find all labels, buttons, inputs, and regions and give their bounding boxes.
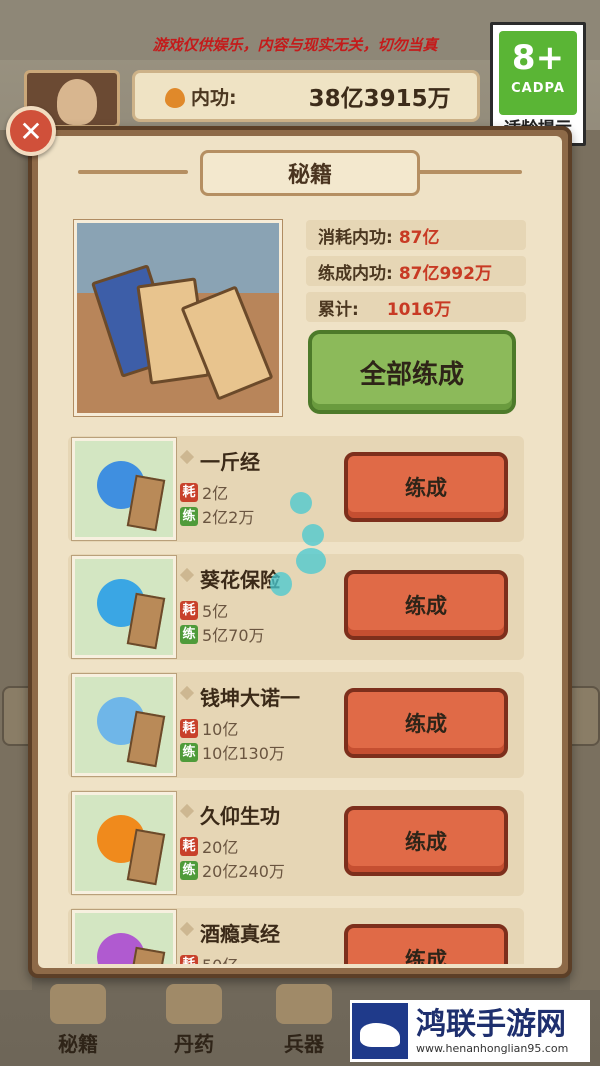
train-button[interactable]: 练成 <box>344 806 508 876</box>
train-value: 2亿2万 <box>202 508 255 527</box>
sparkle-effect <box>290 492 312 514</box>
train-button[interactable]: 练成 <box>344 688 508 758</box>
age-rating-value: 8+ <box>511 38 565 78</box>
sparkle-effect <box>302 524 324 546</box>
tab-label: 兵器 <box>284 1032 324 1056</box>
internal-power-bar: 内功: 38亿3915万 <box>132 70 480 122</box>
list-item: 酒瘾真经 耗 50亿 练成 <box>68 908 524 964</box>
title-decoration <box>78 170 188 174</box>
book-icon <box>50 984 106 1024</box>
technique-name-text: 久仰生功 <box>200 804 280 828</box>
technique-name: 钱坤大诺一 <box>180 682 300 711</box>
power-value: 38亿3915万 <box>308 86 451 112</box>
train-line: 练 5亿70万 <box>180 622 265 646</box>
cost-value: 20亿 <box>202 838 239 857</box>
cost-tag: 耗 <box>180 600 198 620</box>
books-illustration <box>73 219 283 417</box>
train-tag: 练 <box>180 624 198 644</box>
panel-title: 秘籍 <box>287 163 332 188</box>
tab-label: 丹药 <box>174 1032 214 1056</box>
close-button[interactable]: ✕ <box>6 106 56 156</box>
tab-label: 秘籍 <box>58 1032 98 1056</box>
stat-label: 消耗内功: <box>318 227 393 248</box>
technique-name-text: 酒瘾真经 <box>200 922 280 946</box>
train-line: 练 10亿130万 <box>180 740 285 764</box>
site-watermark: 鸿联手游网 www.henanhonglian95.com <box>350 1000 590 1062</box>
cost-line: 耗 50亿 <box>180 952 238 964</box>
stat-cost-power: 消耗内功: 87亿 <box>306 220 526 250</box>
cost-value: 2亿 <box>202 484 229 503</box>
cost-tag: 耗 <box>180 482 198 502</box>
disclaimer-text: 游戏仅供娱乐，内容与现实无关，切勿当真 <box>152 36 438 54</box>
list-item: 一斤经 耗 2亿 练 2亿2万 练成 <box>68 436 524 542</box>
watermark-logo <box>352 1003 408 1059</box>
cost-line: 耗 5亿 <box>180 598 228 622</box>
secret-books-list[interactable]: 一斤经 耗2亿 练2亿2万 练成 葵花保险 耗5亿 练5亿70万 练成 <box>68 436 530 964</box>
train-tag: 练 <box>180 860 198 880</box>
flame-icon <box>163 82 187 110</box>
train-button[interactable]: 练成 <box>344 452 508 522</box>
train-value: 20亿240万 <box>202 862 285 881</box>
train-line: 练 20亿240万 <box>180 858 285 882</box>
train-value: 10亿130万 <box>202 744 285 763</box>
rating-org: CADPA <box>511 81 565 96</box>
technique-name: 酒瘾真经 <box>180 918 280 947</box>
cost-tag: 耗 <box>180 718 198 738</box>
tab-weapons[interactable]: 兵器 <box>256 980 352 1056</box>
stat-value: 87亿992万 <box>398 263 492 284</box>
stat-label: 练成内功: <box>318 263 393 284</box>
stat-label: 累计: <box>318 299 359 320</box>
cost-line: 耗 10亿 <box>180 716 238 740</box>
pill-icon <box>166 984 222 1024</box>
cost-value: 10亿 <box>202 720 239 739</box>
weapon-icon <box>276 984 332 1024</box>
panel-title-bar: 秘籍 <box>200 150 420 196</box>
technique-icon <box>71 909 177 964</box>
watermark-texts: 鸿联手游网 www.henanhonglian95.com <box>416 1006 569 1055</box>
stat-gained-power: 练成内功: 87亿992万 <box>306 256 526 286</box>
technique-name-text: 葵花保险 <box>200 568 280 592</box>
stat-value: 1016万 <box>386 299 452 320</box>
technique-name-text: 一斤经 <box>200 450 260 474</box>
stat-total: 累计: 1016万 <box>306 292 526 322</box>
watermark-url: www.henanhonglian95.com <box>416 1041 569 1055</box>
train-value: 5亿70万 <box>202 626 265 645</box>
cost-tag: 耗 <box>180 954 198 964</box>
sparkle-effect <box>270 572 292 596</box>
watermark-title: 鸿联手游网 <box>416 1006 566 1042</box>
age-rating-box: 8+ CADPA <box>499 31 577 115</box>
list-item: 葵花保险 耗 5亿 练 5亿70万 练成 <box>68 554 524 660</box>
background-right-side <box>570 130 600 990</box>
technique-icon <box>71 437 177 541</box>
cost-line: 耗 20亿 <box>180 834 238 858</box>
technique-name: 久仰生功 <box>180 800 280 829</box>
title-decoration <box>412 170 522 174</box>
list-item: 钱坤大诺一 耗 10亿 练 10亿130万 练成 <box>68 672 524 778</box>
train-all-button[interactable]: 全部练成 <box>308 330 516 414</box>
bottom-tab-bar: 秘籍 丹药 兵器 <box>30 980 370 1060</box>
train-button[interactable]: 练成 <box>344 570 508 640</box>
technique-icon <box>71 673 177 777</box>
technique-icon <box>71 555 177 659</box>
technique-icon <box>71 791 177 895</box>
technique-name-text: 钱坤大诺一 <box>200 686 300 710</box>
train-line: 练 2亿2万 <box>180 504 254 528</box>
cost-value: 5亿 <box>202 602 229 621</box>
cost-tag: 耗 <box>180 836 198 856</box>
cost-value: 50亿 <box>202 952 238 964</box>
train-button[interactable]: 练成 <box>344 924 508 964</box>
train-tag: 练 <box>180 506 198 526</box>
tab-secret-books[interactable]: 秘籍 <box>30 980 126 1056</box>
train-tag: 练 <box>180 742 198 762</box>
cost-line: 耗 2亿 <box>180 480 228 504</box>
list-item: 久仰生功 耗 20亿 练 20亿240万 练成 <box>68 790 524 896</box>
avatar-face <box>57 79 97 125</box>
stat-value: 87亿 <box>398 227 440 248</box>
sparkle-effect <box>296 548 326 574</box>
power-label: 内功: <box>191 86 237 109</box>
technique-name: 葵花保险 <box>180 564 280 593</box>
tab-pills[interactable]: 丹药 <box>146 980 242 1056</box>
technique-name: 一斤经 <box>180 446 260 475</box>
close-icon: ✕ <box>19 114 43 148</box>
